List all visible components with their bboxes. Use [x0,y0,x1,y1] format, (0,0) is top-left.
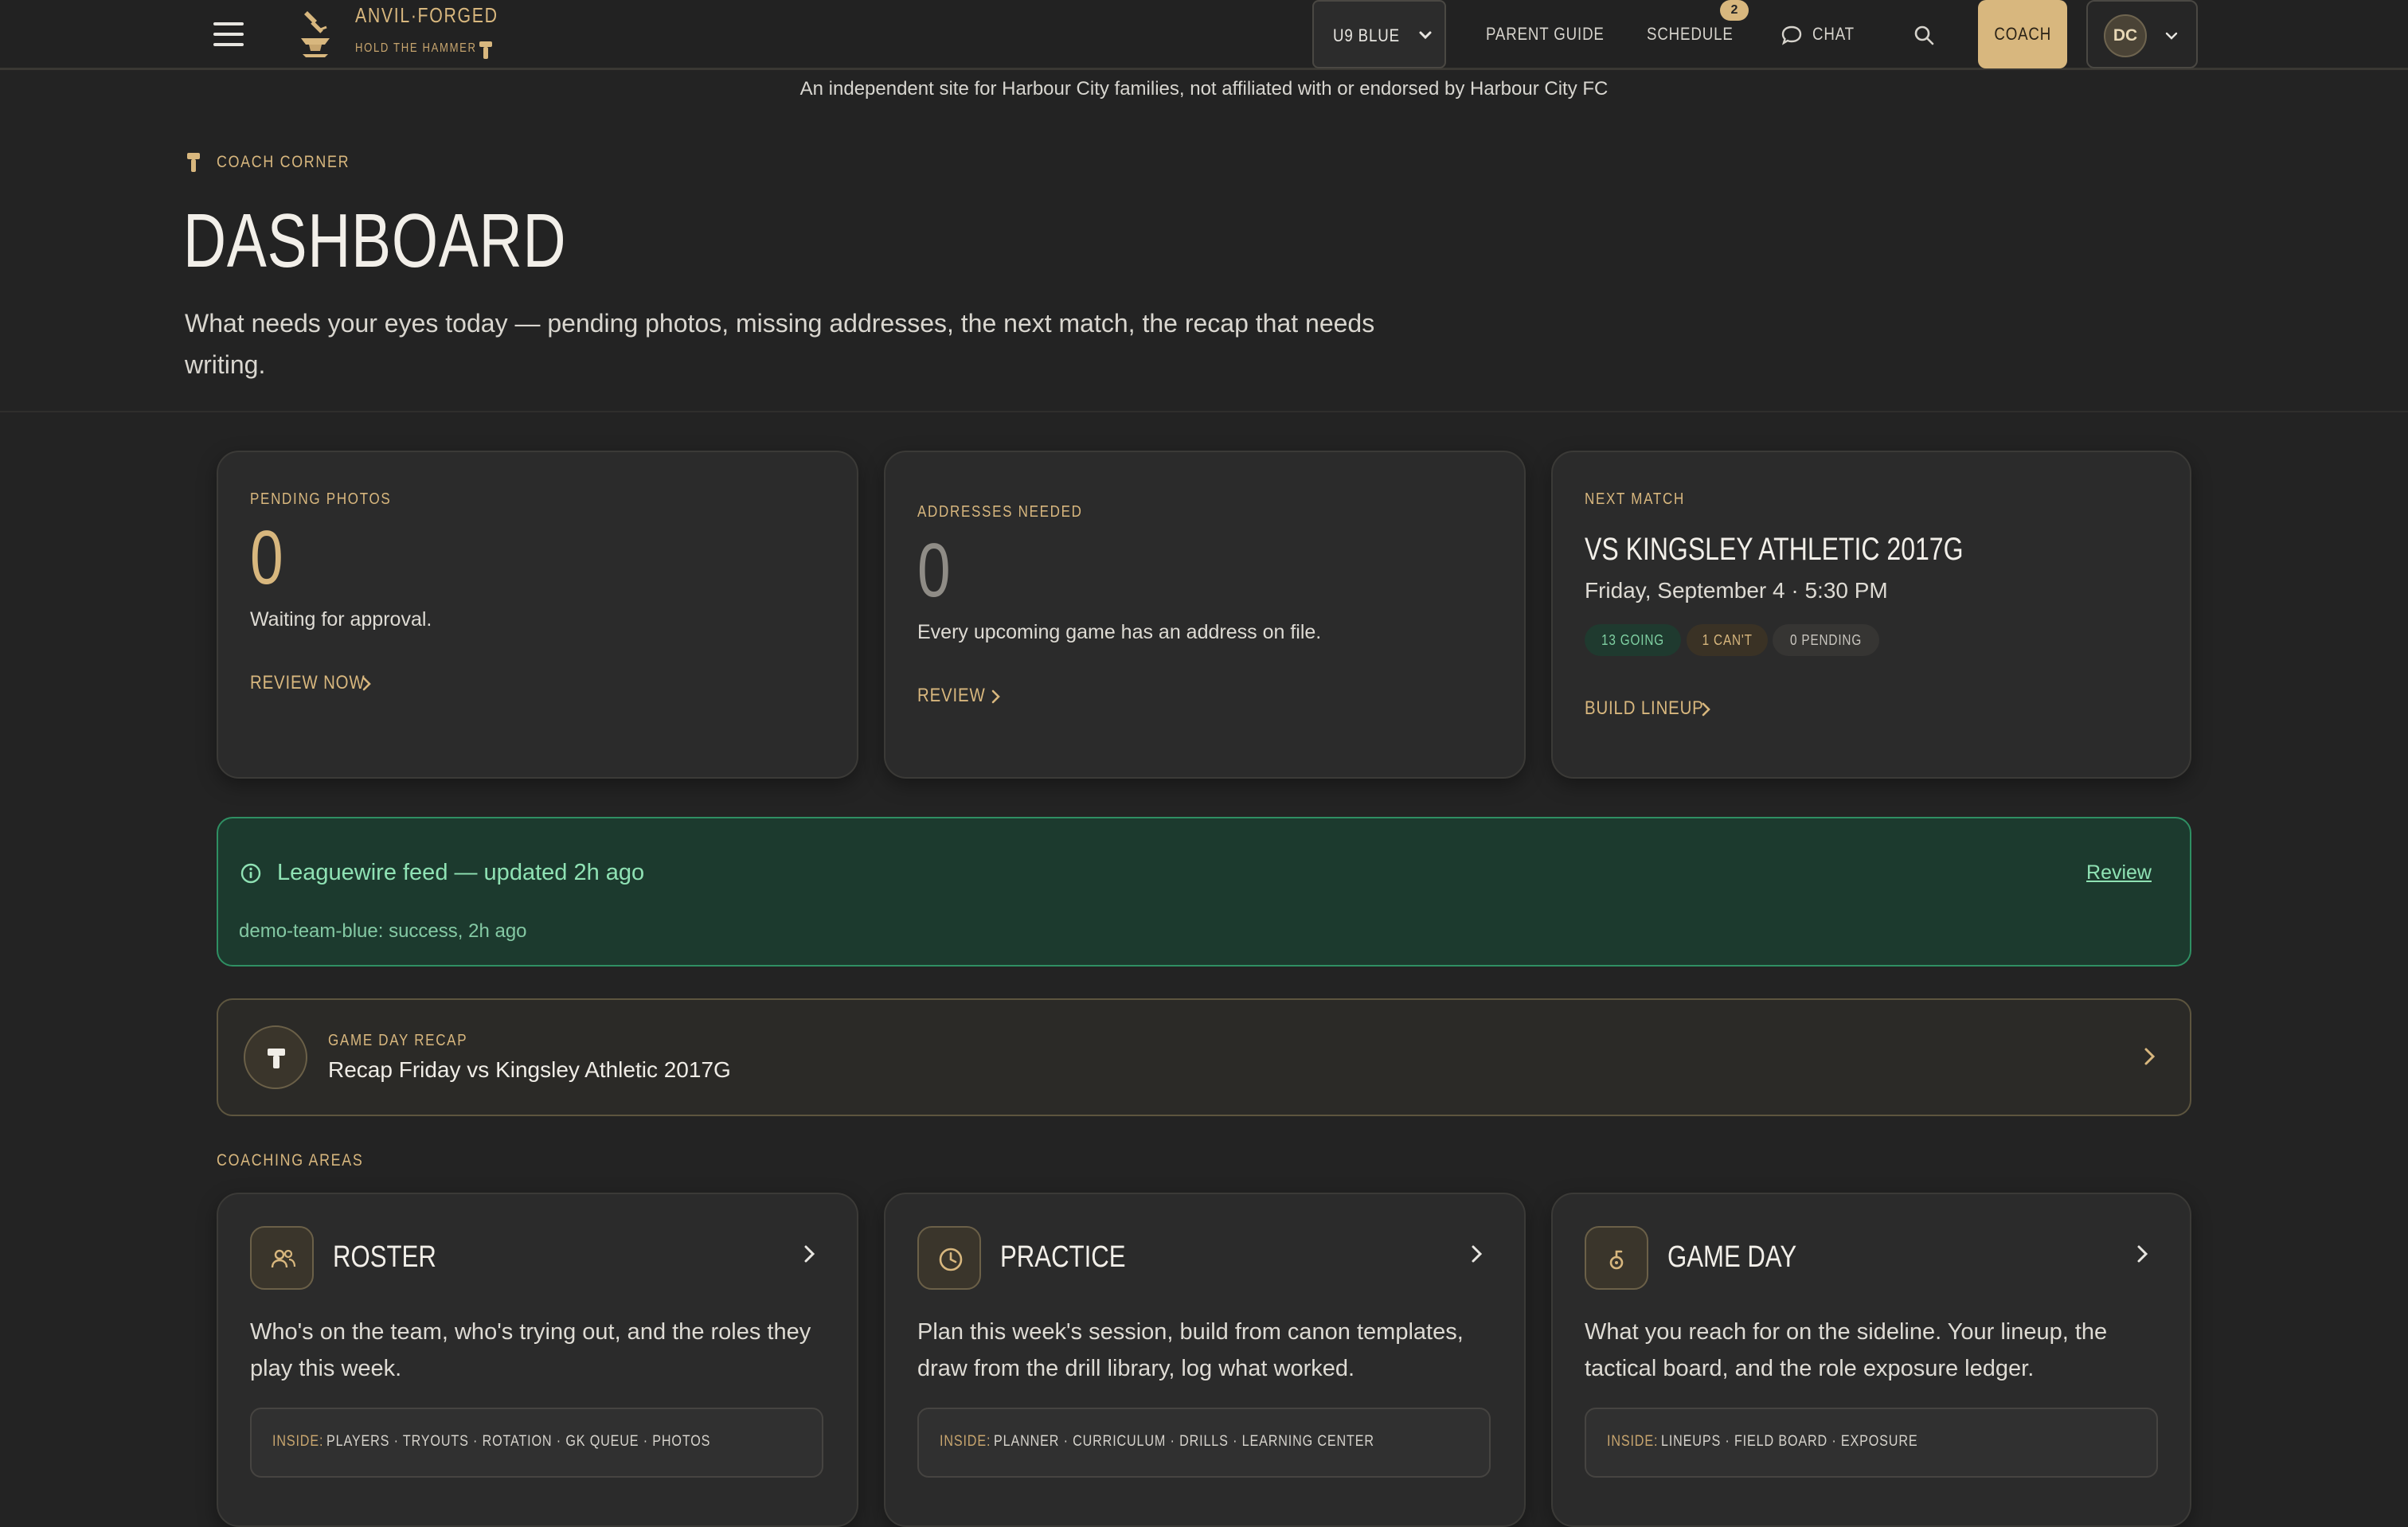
info-icon [240,863,261,884]
users-icon [271,1249,296,1268]
card-description: Waiting for approval. [250,608,432,631]
team-select[interactable]: U9 BLUE [1312,0,1446,68]
feed-status-detail: demo-team-blue: success, 2h ago [239,920,527,942]
chevron-right-icon [991,689,1000,704]
brand-name: ANVIL·FORGED [355,3,498,27]
whistle-icon [1609,1250,1624,1270]
section-label: COACHING AREAS [217,1151,364,1170]
chevron-right-icon [804,1245,815,1263]
nav-parent-guide[interactable]: PARENT GUIDE [1486,24,1605,45]
inside-label: INSIDE: [940,1433,991,1450]
page-title: DASHBOARD [183,198,567,283]
game-day-recap-card[interactable]: GAME DAY RECAP Recap Friday vs Kingsley … [217,998,2191,1116]
disclaimer-text: An independent site for Harbour City fam… [799,78,1609,100]
feed-status-banner: Leaguewire feed — updated 2h ago Review … [217,817,2191,967]
eyebrow-label: COACH CORNER [217,153,350,171]
user-menu[interactable]: DC [2086,0,2198,68]
nav-schedule[interactable]: SCHEDULE [1647,24,1734,45]
roster-area-card[interactable]: ROSTER Who's on the team, who's trying o… [217,1193,858,1527]
schedule-badge: 2 [1720,0,1749,21]
inside-items: PLAYERS · TRYOUTS · ROTATION · GK QUEUE … [326,1433,711,1450]
divider [0,411,2408,412]
inside-items: LINEUPS · FIELD BOARD · EXPOSURE [1661,1433,1918,1450]
area-description: Plan this week's session, build from can… [917,1319,1464,1381]
recap-title: Recap Friday vs Kingsley Athletic 2017G [328,1057,731,1082]
avatar: DC [2104,14,2147,57]
next-match-card: NEXT MATCH VS KINGSLEY ATHLETIC 2017G Fr… [1551,451,2191,779]
card-description: Every upcoming game has an address on fi… [917,621,1322,643]
top-navigation-bar: ANVIL·FORGED HOLD THE HAMMER U9 BLUE PAR… [0,0,2408,70]
nav-chat[interactable]: CHAT [1812,24,1855,45]
pending-badge: 0 PENDING [1773,624,1880,656]
card-label: PENDING PHOTOS [250,490,392,508]
card-label: ADDRESSES NEEDED [917,503,1083,521]
anvil-logo-icon[interactable] [290,6,341,61]
inside-label: INSIDE: [1607,1433,1659,1450]
chevron-down-icon [1419,31,1432,40]
icon-badge [1585,1226,1648,1290]
area-contents: INSIDE: LINEUPS · FIELD BOARD · EXPOSURE [1585,1408,2158,1478]
icon-badge [250,1226,314,1290]
review-link[interactable]: REVIEW [917,685,1000,707]
pending-photos-card: PENDING PHOTOS 0 Waiting for approval. R… [217,451,858,779]
inside-items: PLANNER · CURRICULUM · DRILLS · LEARNING… [994,1433,1374,1450]
hammer-icon [479,41,492,59]
clock-icon [939,1248,963,1271]
chevron-down-icon [2165,32,2178,40]
hammer-icon [268,1049,285,1068]
chevron-right-icon [2137,1245,2148,1263]
area-description: Who's on the team, who's trying out, and… [250,1319,811,1381]
area-contents: INSIDE: PLAYERS · TRYOUTS · ROTATION · G… [250,1408,823,1478]
review-now-link[interactable]: REVIEW NOW [250,672,385,694]
inside-label: INSIDE: [272,1433,324,1450]
page-subtitle: What needs your eyes today — pending pho… [185,309,1375,379]
feed-title: Leaguewire feed — updated 2h ago [277,860,645,885]
cant-badge: 1 CAN'T [1687,624,1769,656]
brand-tagline: HOLD THE HAMMER [355,41,477,55]
chevron-right-icon [2144,1048,2156,1065]
addresses-needed-card: ADDRESSES NEEDED 0 Every upcoming game h… [884,451,1526,779]
recap-label: GAME DAY RECAP [328,1032,468,1049]
area-title: ROSTER [333,1240,436,1274]
chevron-right-icon [1702,702,1710,717]
card-label: NEXT MATCH [1585,490,1685,508]
match-opponent: VS KINGSLEY ATHLETIC 2017G [1585,532,1964,567]
search-icon[interactable] [1913,24,1935,46]
practice-area-card[interactable]: PRACTICE Plan this week's session, build… [884,1193,1526,1527]
going-badge: 13 GOING [1585,624,1682,656]
addresses-needed-count: 0 [917,528,951,613]
build-lineup-link[interactable]: BUILD LINEUP [1585,697,1725,720]
feed-review-link[interactable]: Review [2086,861,2152,885]
chat-icon[interactable] [1781,24,1803,46]
icon-badge [917,1226,981,1290]
hammer-icon [187,153,200,172]
chevron-right-icon [362,677,371,691]
game-day-area-card[interactable]: GAME DAY What you reach for on the sidel… [1551,1193,2191,1527]
area-title: GAME DAY [1667,1240,1797,1274]
match-datetime: Friday, September 4 · 5:30 PM [1585,578,1888,603]
chevron-right-icon [1472,1245,1483,1263]
team-select-value: U9 BLUE [1333,25,1400,45]
pending-photos-count: 0 [250,515,283,600]
area-title: PRACTICE [1000,1240,1126,1274]
area-contents: INSIDE: PLANNER · CURRICULUM · DRILLS · … [917,1408,1491,1478]
menu-icon[interactable] [213,22,244,48]
area-description: What you reach for on the sideline. Your… [1585,1319,2108,1381]
hammer-badge [244,1025,307,1089]
coach-button[interactable]: COACH [1978,0,2067,68]
